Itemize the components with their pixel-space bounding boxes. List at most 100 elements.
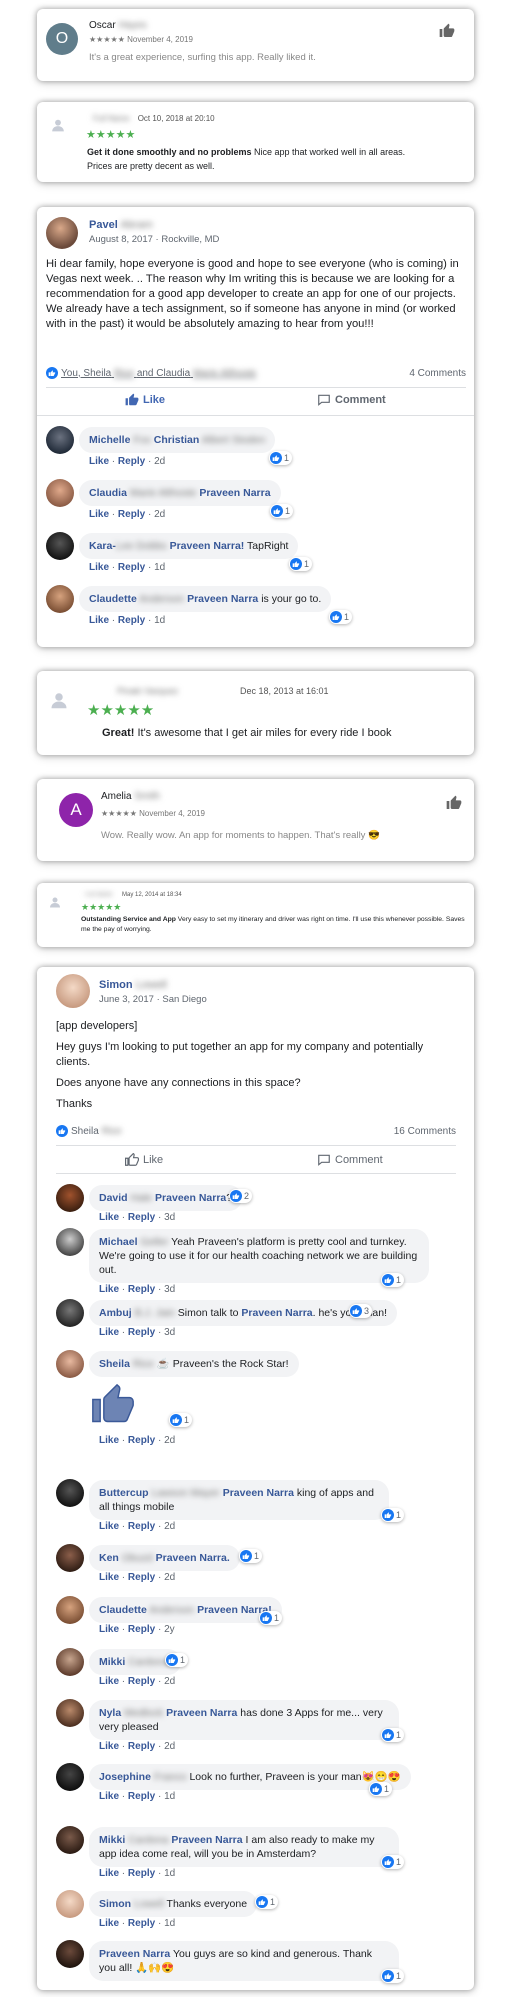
comment-like-link[interactable]: Like bbox=[99, 1212, 119, 1223]
reaction-count[interactable]: 1 bbox=[269, 451, 293, 465]
comment-like-link[interactable]: Like bbox=[89, 615, 109, 626]
comment-like-link[interactable]: Like bbox=[99, 1918, 119, 1929]
avatar[interactable] bbox=[46, 532, 74, 560]
comment-reply-link[interactable]: Reply bbox=[128, 1435, 155, 1446]
comment-reply-link[interactable]: Reply bbox=[128, 1791, 155, 1802]
avatar[interactable] bbox=[56, 1299, 84, 1327]
comment-reply-link[interactable]: Reply bbox=[128, 1868, 155, 1879]
reaction-count[interactable]: 1 bbox=[381, 1969, 405, 1983]
reaction-count[interactable]: 1 bbox=[255, 1895, 279, 1909]
commenter-name[interactable]: Buttercup bbox=[99, 1487, 149, 1499]
likers-list[interactable]: You, Sheila Rice and Claudia Marie Altho… bbox=[61, 368, 256, 379]
mention-tag[interactable]: Praveen Narra bbox=[223, 1487, 294, 1499]
comment-like-link[interactable]: Like bbox=[99, 1868, 119, 1879]
comment-reply-link[interactable]: Reply bbox=[118, 562, 145, 573]
commenter-name[interactable]: David bbox=[99, 1192, 128, 1204]
commenter-name[interactable]: Ken bbox=[99, 1552, 119, 1564]
comment-like-link[interactable]: Like bbox=[99, 1435, 119, 1446]
reaction-count[interactable]: 1 bbox=[381, 1728, 405, 1742]
comment-reply-link[interactable]: Reply bbox=[128, 1212, 155, 1223]
commenter-name[interactable]: Mikki bbox=[99, 1834, 125, 1846]
commenter-name[interactable]: Claudette bbox=[99, 1604, 147, 1616]
mention-tag[interactable]: Praveen Narra bbox=[166, 1707, 237, 1719]
comment-like-link[interactable]: Like bbox=[99, 1741, 119, 1752]
comment-reply-link[interactable]: Reply bbox=[128, 1918, 155, 1929]
mention-tag[interactable]: Praveen Narra bbox=[241, 1307, 312, 1319]
comment-reply-link[interactable]: Reply bbox=[118, 509, 145, 520]
commenter-name[interactable]: Michael bbox=[99, 1236, 138, 1248]
reaction-count[interactable]: 1 bbox=[369, 1782, 393, 1796]
comment-like-link[interactable]: Like bbox=[99, 1676, 119, 1687]
avatar[interactable] bbox=[56, 1228, 84, 1256]
comment-reply-link[interactable]: Reply bbox=[118, 456, 145, 467]
comment-like-link[interactable]: Like bbox=[99, 1327, 119, 1338]
comment-reply-link[interactable]: Reply bbox=[118, 615, 145, 626]
reaction-count[interactable]: 3 bbox=[349, 1304, 373, 1318]
comment-button[interactable]: Comment bbox=[317, 393, 386, 407]
person-icon bbox=[49, 895, 61, 908]
comments-count[interactable]: 16 Comments bbox=[394, 1126, 456, 1137]
reaction-count[interactable]: 1 bbox=[381, 1508, 405, 1522]
thumbs-up-icon[interactable] bbox=[439, 23, 455, 44]
avatar[interactable] bbox=[56, 1699, 84, 1727]
reaction-count[interactable]: 2 bbox=[229, 1189, 253, 1203]
comment-like-link[interactable]: Like bbox=[89, 562, 109, 573]
reaction-count[interactable]: 1 bbox=[289, 557, 313, 571]
comment-reply-link[interactable]: Reply bbox=[128, 1572, 155, 1583]
commenter-name[interactable]: Simon bbox=[99, 1898, 131, 1910]
comment-reply-link[interactable]: Reply bbox=[128, 1521, 155, 1532]
author-name[interactable]: Pavel bbox=[89, 219, 118, 231]
comment-like-link[interactable]: Like bbox=[89, 456, 109, 467]
avatar[interactable] bbox=[56, 1826, 84, 1854]
commenter-name[interactable]: Sheila bbox=[99, 1358, 130, 1370]
reaction-count[interactable]: 1 bbox=[329, 610, 353, 624]
avatar[interactable] bbox=[56, 1479, 84, 1507]
reaction-count[interactable]: 1 bbox=[381, 1273, 405, 1287]
likers-list[interactable]: Sheila Rice bbox=[71, 1126, 122, 1137]
reaction-count[interactable]: 1 bbox=[169, 1413, 193, 1427]
reaction-count[interactable]: 1 bbox=[259, 1611, 283, 1625]
mention-tag[interactable]: Praveen Narra bbox=[155, 1192, 226, 1204]
commenter-name[interactable]: Ambuj bbox=[99, 1307, 132, 1319]
avatar[interactable] bbox=[56, 1350, 84, 1378]
like-button[interactable]: Like bbox=[125, 393, 165, 407]
comment-reply-link[interactable]: Reply bbox=[128, 1327, 155, 1338]
mention-tag[interactable]: Praveen Narra. bbox=[156, 1552, 230, 1564]
avatar[interactable] bbox=[46, 479, 74, 507]
comment-reply-link[interactable]: Reply bbox=[128, 1676, 155, 1687]
comment-like-link[interactable]: Like bbox=[89, 509, 109, 520]
avatar[interactable] bbox=[56, 1940, 84, 1968]
avatar[interactable] bbox=[56, 1184, 84, 1212]
reaction-count[interactable]: 1 bbox=[239, 1549, 263, 1563]
commenter-name[interactable]: Josephine bbox=[99, 1771, 151, 1783]
comment-time: 2d bbox=[164, 1435, 176, 1446]
comment-reply-link[interactable]: Reply bbox=[128, 1741, 155, 1752]
reaction-count[interactable]: 1 bbox=[270, 504, 294, 518]
commenter-name[interactable]: Nyla bbox=[99, 1707, 121, 1719]
thumbs-up-icon[interactable] bbox=[446, 795, 462, 816]
comment-reply-link[interactable]: Reply bbox=[128, 1284, 155, 1295]
comment-like-link[interactable]: Like bbox=[99, 1521, 119, 1532]
reaction-count[interactable]: 1 bbox=[165, 1653, 189, 1667]
comment-like-link[interactable]: Like bbox=[99, 1624, 119, 1635]
author-name[interactable]: Simon bbox=[99, 979, 133, 991]
comments-count[interactable]: 4 Comments bbox=[409, 368, 466, 379]
avatar[interactable] bbox=[56, 1648, 84, 1676]
comment-button[interactable]: Comment bbox=[317, 1153, 383, 1167]
avatar[interactable] bbox=[46, 426, 74, 454]
avatar[interactable] bbox=[56, 1763, 84, 1791]
comment-like-link[interactable]: Like bbox=[99, 1284, 119, 1295]
avatar[interactable] bbox=[46, 585, 74, 613]
mention-tag[interactable]: Praveen Narra bbox=[171, 1834, 242, 1846]
reaction-count[interactable]: 1 bbox=[381, 1855, 405, 1869]
like-button[interactable]: Like bbox=[125, 1153, 163, 1167]
comment-bubble: Nyla Medlock Praveen Narra has done 3 Ap… bbox=[89, 1700, 399, 1740]
commenter-name[interactable]: Mikki bbox=[99, 1656, 125, 1668]
comment-like-link[interactable]: Like bbox=[99, 1572, 119, 1583]
avatar[interactable] bbox=[56, 1544, 84, 1572]
comment-like-link[interactable]: Like bbox=[99, 1791, 119, 1802]
avatar[interactable] bbox=[56, 1890, 84, 1918]
commenter-name[interactable]: Praveen Narra bbox=[99, 1948, 170, 1960]
comment-reply-link[interactable]: Reply bbox=[128, 1624, 155, 1635]
avatar[interactable] bbox=[56, 1596, 84, 1624]
